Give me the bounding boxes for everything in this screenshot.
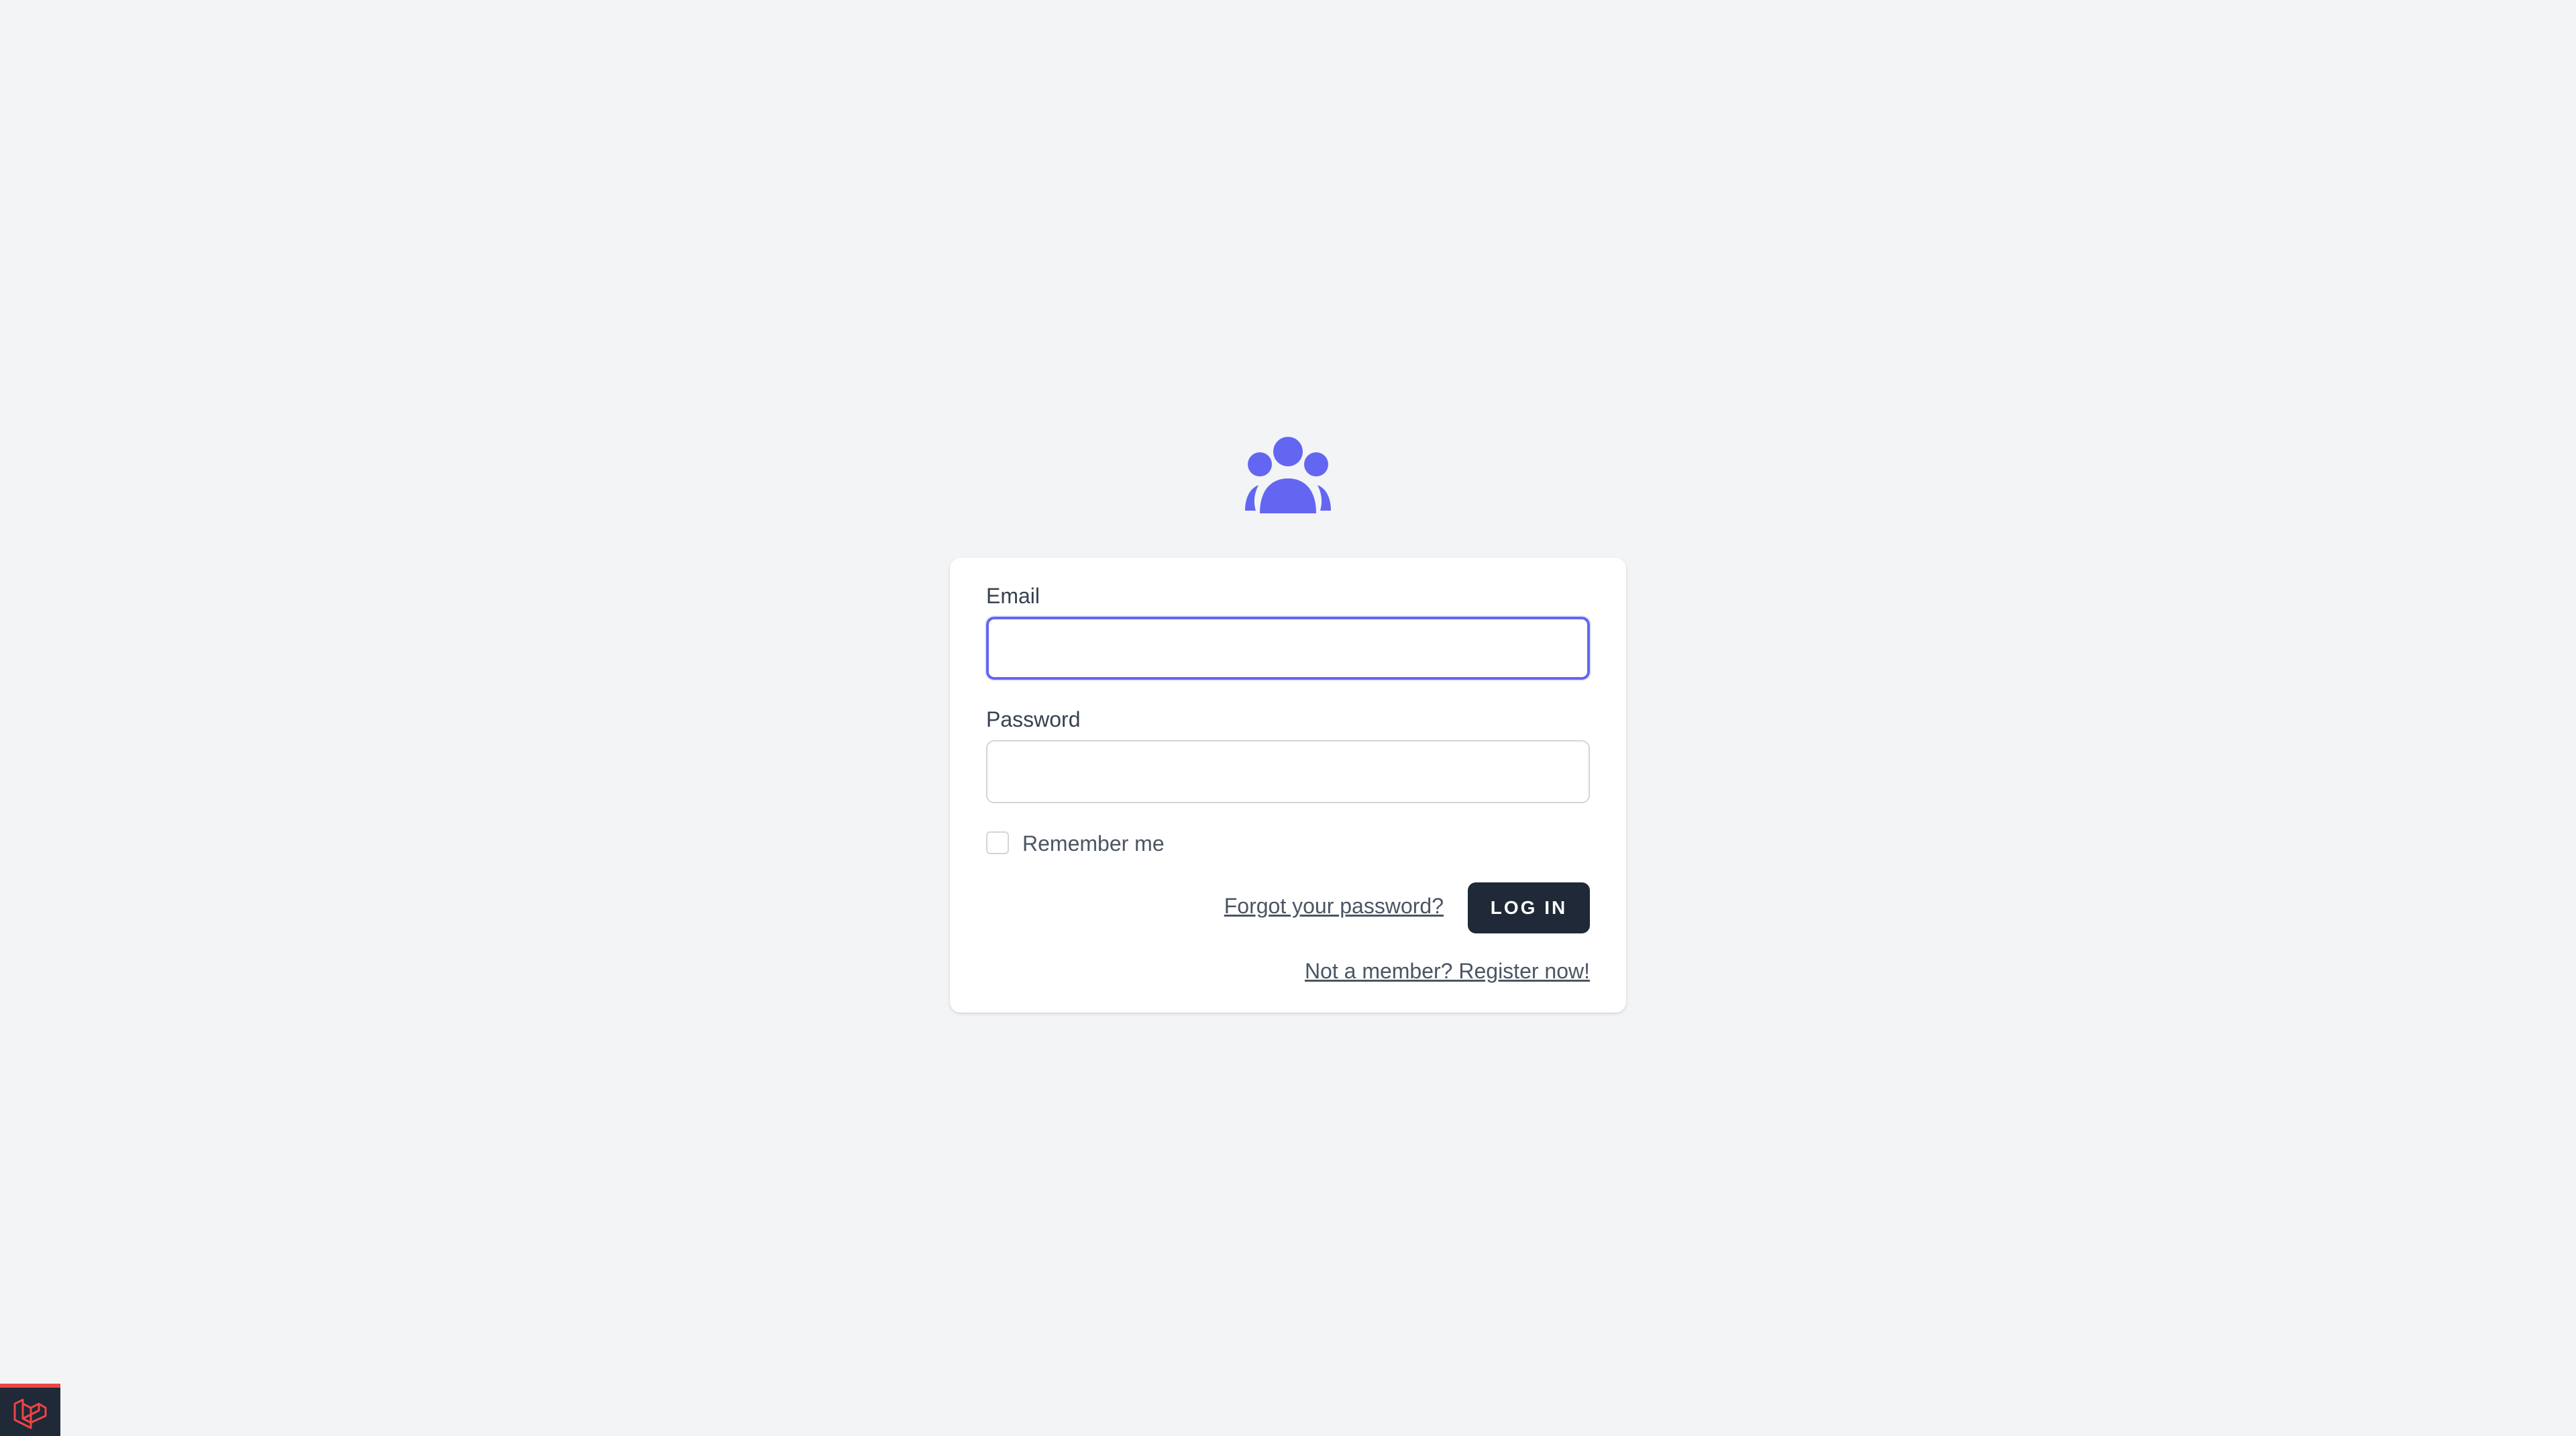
login-button[interactable]: LOG IN <box>1468 882 1590 933</box>
password-label: Password <box>986 707 1081 731</box>
password-field[interactable] <box>986 740 1590 803</box>
email-field[interactable] <box>986 617 1590 680</box>
debugbar-toggle[interactable] <box>0 1384 60 1436</box>
login-card: Email Password Remember me Forgot your p… <box>950 558 1626 1013</box>
forgot-password-link[interactable]: Forgot your password? <box>1224 895 1444 917</box>
laravel-icon <box>13 1398 47 1429</box>
login-page: Email Password Remember me Forgot your p… <box>0 0 2576 1436</box>
users-group-icon <box>1241 433 1335 513</box>
remember-me-label[interactable]: Remember me <box>1022 833 1165 854</box>
remember-me-checkbox[interactable] <box>986 831 1009 854</box>
email-label: Email <box>986 584 1040 608</box>
register-link[interactable]: Not a member? Register now! <box>1305 960 1590 982</box>
